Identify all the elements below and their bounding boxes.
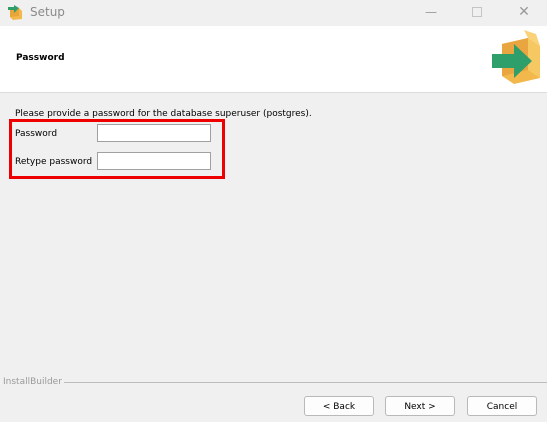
instructions-text: Please provide a password for the databa… (15, 109, 312, 119)
maximize-icon (472, 6, 482, 17)
window-title: Setup (30, 5, 65, 19)
page-title: Password (16, 53, 65, 63)
maximize-button[interactable] (454, 0, 500, 26)
footer-divider (64, 382, 547, 383)
back-button[interactable]: < Back (304, 396, 374, 416)
retype-password-field[interactable] (97, 152, 211, 170)
close-button[interactable]: ✕ (501, 0, 547, 26)
password-label: Password (15, 129, 58, 139)
next-button[interactable]: Next > (385, 396, 455, 416)
minimize-icon: — (425, 5, 437, 19)
minimize-button[interactable]: — (408, 0, 454, 26)
installer-box-arrow-icon (488, 30, 544, 84)
installbuilder-brand: InstallBuilder (3, 377, 62, 387)
close-icon: ✕ (518, 4, 530, 20)
password-field[interactable] (97, 124, 211, 142)
title-bar: Setup — ✕ (0, 0, 547, 26)
page-header: Password (0, 26, 547, 93)
installer-box-icon (7, 3, 25, 21)
retype-password-label: Retype password (15, 157, 93, 167)
cancel-button[interactable]: Cancel (467, 396, 537, 416)
